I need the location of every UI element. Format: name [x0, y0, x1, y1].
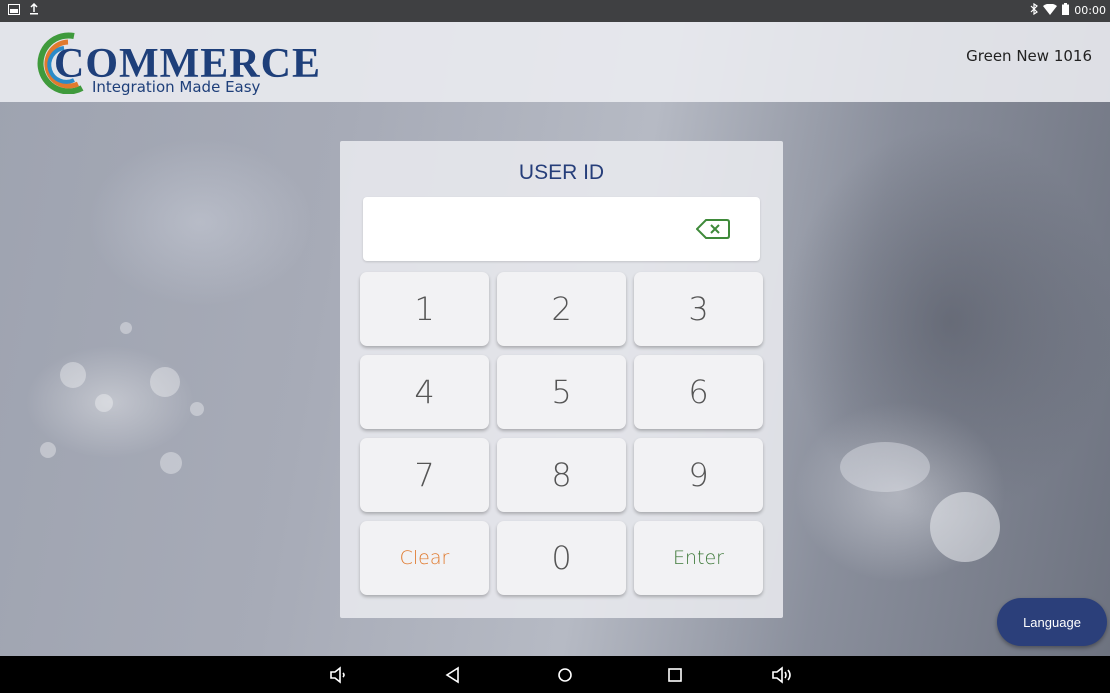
- battery-icon: [1062, 3, 1070, 18]
- status-bar: 00:00: [0, 0, 1110, 22]
- home-icon[interactable]: [553, 663, 577, 687]
- backspace-icon: [695, 219, 730, 239]
- status-time: 00:00: [1074, 4, 1106, 17]
- wifi-icon: [1043, 3, 1058, 18]
- key-6[interactable]: 6: [634, 355, 763, 429]
- user-id-panel: USER ID 1 2 3 4 5 6 7 8 9 Clear 0 Enter: [340, 141, 783, 618]
- commerce-logo: COMMERCE Integration Made Easy: [34, 30, 354, 96]
- volume-up-icon[interactable]: [771, 663, 795, 687]
- status-left: [8, 2, 39, 18]
- key-2[interactable]: 2: [497, 272, 626, 346]
- back-icon[interactable]: [441, 663, 465, 687]
- key-0[interactable]: 0: [497, 521, 626, 595]
- key-5[interactable]: 5: [497, 355, 626, 429]
- key-4[interactable]: 4: [360, 355, 489, 429]
- key-8[interactable]: 8: [497, 438, 626, 512]
- bluetooth-icon: [1030, 2, 1039, 18]
- upload-icon: [29, 2, 39, 18]
- status-right: 00:00: [1030, 2, 1106, 18]
- backspace-button[interactable]: [695, 218, 730, 240]
- store-name: Green New 1016: [966, 47, 1092, 65]
- key-1[interactable]: 1: [360, 272, 489, 346]
- header: COMMERCE Integration Made Easy Green New…: [0, 22, 1110, 102]
- user-id-input[interactable]: [363, 197, 760, 261]
- clear-button[interactable]: Clear: [360, 521, 489, 595]
- navigation-bar: [0, 656, 1110, 693]
- volume-down-icon[interactable]: [328, 663, 352, 687]
- panel-title: USER ID: [518, 161, 605, 184]
- logo-tagline: Integration Made Easy: [92, 78, 261, 96]
- key-3[interactable]: 3: [634, 272, 763, 346]
- key-7[interactable]: 7: [360, 438, 489, 512]
- enter-button[interactable]: Enter: [634, 521, 763, 595]
- language-button[interactable]: Language: [997, 598, 1107, 646]
- recents-icon[interactable]: [663, 663, 687, 687]
- key-9[interactable]: 9: [634, 438, 763, 512]
- screenshot-icon: [8, 3, 20, 18]
